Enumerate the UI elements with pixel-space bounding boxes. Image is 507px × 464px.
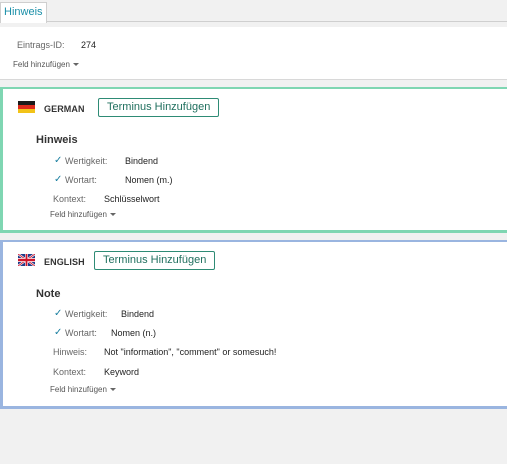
field-label: Hinweis: — [53, 347, 88, 357]
field-value: Bindend — [125, 156, 159, 166]
uk-flag-icon — [18, 254, 35, 266]
germany-flag-icon — [18, 101, 35, 113]
field-value: Bindend — [121, 309, 155, 319]
term-title[interactable]: Note — [36, 288, 60, 300]
checkmark-icon: ✓ — [54, 155, 63, 166]
tab-bar: Hinweis — [0, 0, 507, 23]
term-title[interactable]: Hinweis — [36, 134, 78, 146]
entry-id-value: 274 — [81, 40, 97, 50]
add-term-button[interactable]: Terminus Hinzufügen — [94, 251, 216, 270]
field-value: Keyword — [104, 367, 140, 377]
add-field-label: Feld hinzufügen — [50, 385, 107, 394]
checkmark-icon: ✓ — [54, 308, 63, 319]
add-field-button[interactable]: Feld hinzufügen — [50, 385, 116, 394]
entry-id-label: Eintrags-ID: — [17, 40, 65, 50]
checkmark-icon: ✓ — [54, 174, 63, 185]
field-label: Wertigkeit: — [65, 156, 108, 166]
field-value: Nomen (n.) — [111, 328, 157, 338]
field-label: Kontext: — [53, 194, 87, 204]
add-field-label: Feld hinzufügen — [13, 60, 70, 69]
field-label: Wertigkeit: — [65, 309, 108, 319]
field-label: Wortart: — [65, 175, 97, 185]
field-label: Wortart: — [65, 328, 97, 338]
field-label: Kontext: — [53, 367, 87, 377]
language-name: GERMAN — [44, 104, 85, 114]
add-field-button[interactable]: Feld hinzufügen — [50, 210, 116, 219]
tab-hinweis[interactable]: Hinweis — [0, 2, 47, 23]
field-value: Nomen (m.) — [125, 175, 173, 185]
add-field-button[interactable]: Feld hinzufügen — [13, 60, 79, 69]
language-name: ENGLISH — [44, 257, 85, 267]
add-term-button[interactable]: Terminus Hinzufügen — [98, 98, 220, 117]
caret-down-icon — [72, 63, 79, 66]
field-value: Schlüsselwort — [104, 194, 160, 204]
language-card-english: ENGLISH Terminus Hinzufügen Note ✓ Werti… — [0, 240, 507, 409]
language-card-german: GERMAN Terminus Hinzufügen Hinweis ✓ Wer… — [0, 87, 507, 233]
add-field-label: Feld hinzufügen — [50, 210, 107, 219]
entry-meta-panel: Eintrags-ID: 274 Feld hinzufügen — [0, 27, 507, 80]
checkmark-icon: ✓ — [54, 327, 63, 338]
field-value: Not "information", "comment" or somesuch… — [104, 347, 277, 357]
caret-down-icon — [109, 213, 116, 216]
caret-down-icon — [109, 388, 116, 391]
